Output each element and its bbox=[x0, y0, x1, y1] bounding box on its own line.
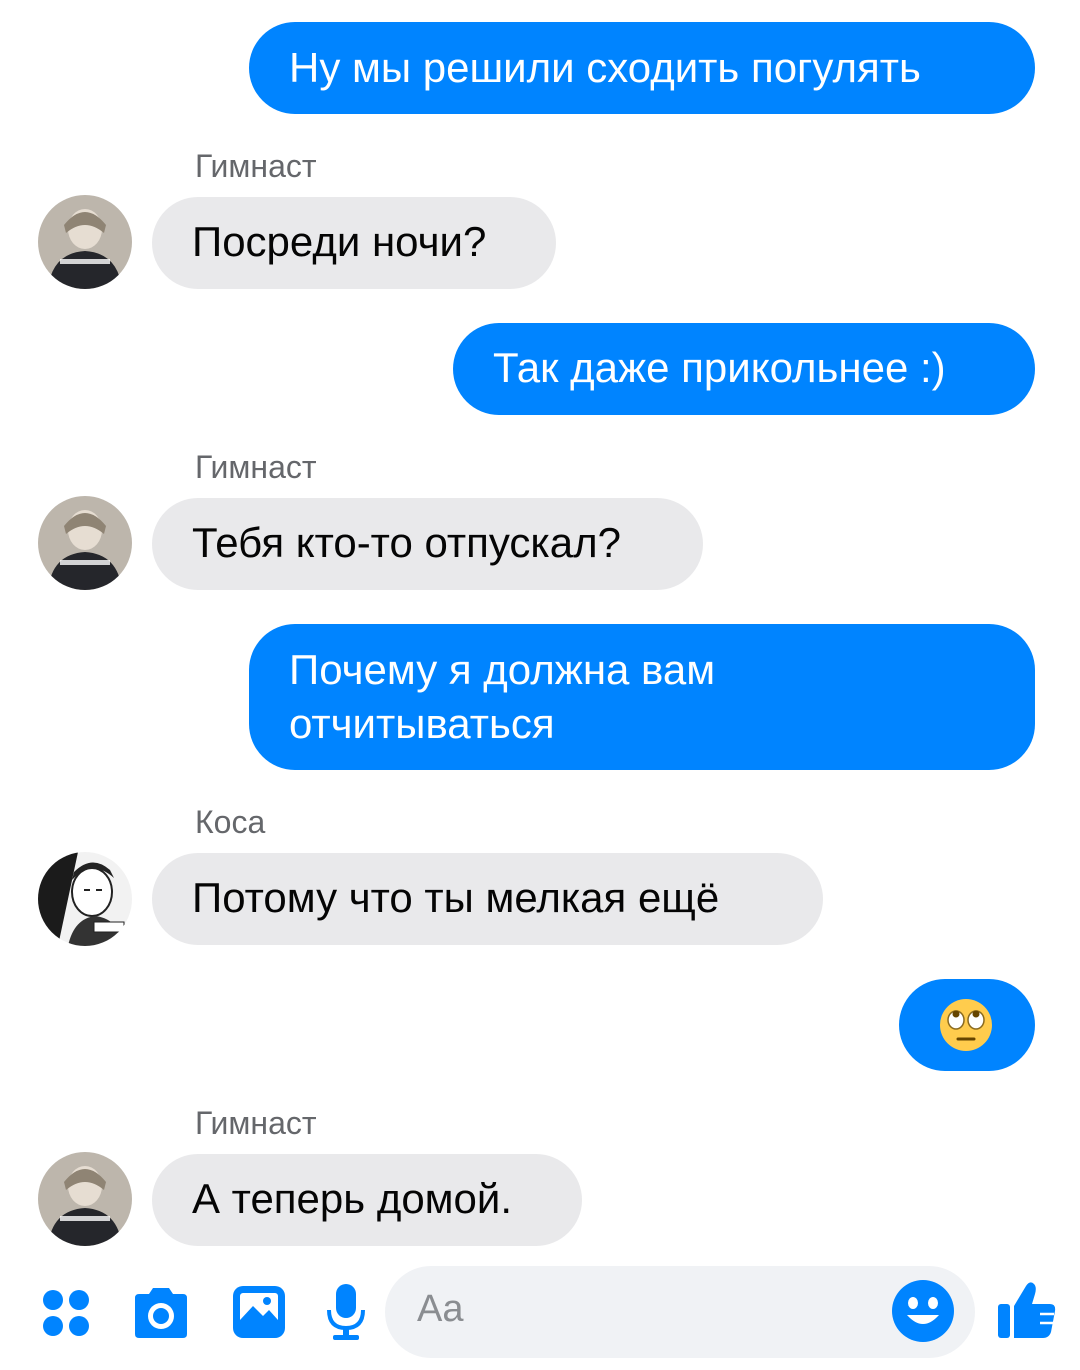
message-text: Тебя кто-то отпускал? bbox=[192, 519, 621, 566]
message-text: Так даже прикольнее :) bbox=[493, 344, 946, 391]
incoming-message[interactable]: Тебя кто-то отпускал? bbox=[152, 498, 703, 590]
sender-name: Гимнаст bbox=[195, 148, 317, 184]
avatar[interactable] bbox=[38, 195, 132, 289]
sender-name: Гимнаст bbox=[195, 449, 317, 485]
avatar-image bbox=[38, 1152, 132, 1246]
apps-icon[interactable] bbox=[40, 1287, 92, 1339]
avatar[interactable] bbox=[38, 496, 132, 590]
gallery-icon[interactable] bbox=[231, 1284, 287, 1340]
incoming-message[interactable]: Потому что ты мелкая ещё bbox=[152, 853, 823, 945]
incoming-message[interactable]: А теперь домой. bbox=[152, 1154, 582, 1246]
emoji-face bbox=[940, 999, 992, 1051]
message-text: отчитываться bbox=[289, 700, 555, 747]
emoji-icon[interactable] bbox=[891, 1279, 955, 1343]
message-text: А теперь домой. bbox=[192, 1175, 513, 1222]
avatar-image bbox=[38, 496, 132, 590]
thumbs-up-icon[interactable] bbox=[996, 1278, 1058, 1342]
outgoing-message[interactable]: 🙄 bbox=[899, 979, 1035, 1071]
avatar-image bbox=[38, 195, 132, 289]
message-input[interactable]: Aa bbox=[385, 1266, 975, 1358]
message-text: Посреди ночи? bbox=[192, 218, 487, 265]
message-text: Ну мы решили сходить погулять bbox=[289, 44, 921, 91]
eye-roll-emoji-icon: 🙄 bbox=[939, 998, 993, 1052]
sender-name: Коса bbox=[195, 804, 266, 840]
camera-icon[interactable] bbox=[131, 1284, 191, 1340]
outgoing-message[interactable]: Ну мы решили сходить погулять bbox=[249, 22, 1035, 114]
message-text: Потому что ты мелкая ещё bbox=[192, 874, 720, 921]
outgoing-message[interactable]: Почему я должна вам отчитываться bbox=[249, 624, 1035, 770]
message-input-placeholder: Aa bbox=[417, 1288, 464, 1330]
incoming-message[interactable]: Посреди ночи? bbox=[152, 197, 556, 289]
avatar[interactable] bbox=[38, 1152, 132, 1246]
sender-name: Гимнаст bbox=[195, 1105, 317, 1141]
outgoing-message[interactable]: Так даже прикольнее :) bbox=[453, 323, 1035, 415]
avatar-image bbox=[38, 852, 132, 946]
message-text: Почему я должна вам bbox=[289, 646, 716, 693]
microphone-icon[interactable] bbox=[325, 1282, 367, 1342]
avatar[interactable] bbox=[38, 852, 132, 946]
